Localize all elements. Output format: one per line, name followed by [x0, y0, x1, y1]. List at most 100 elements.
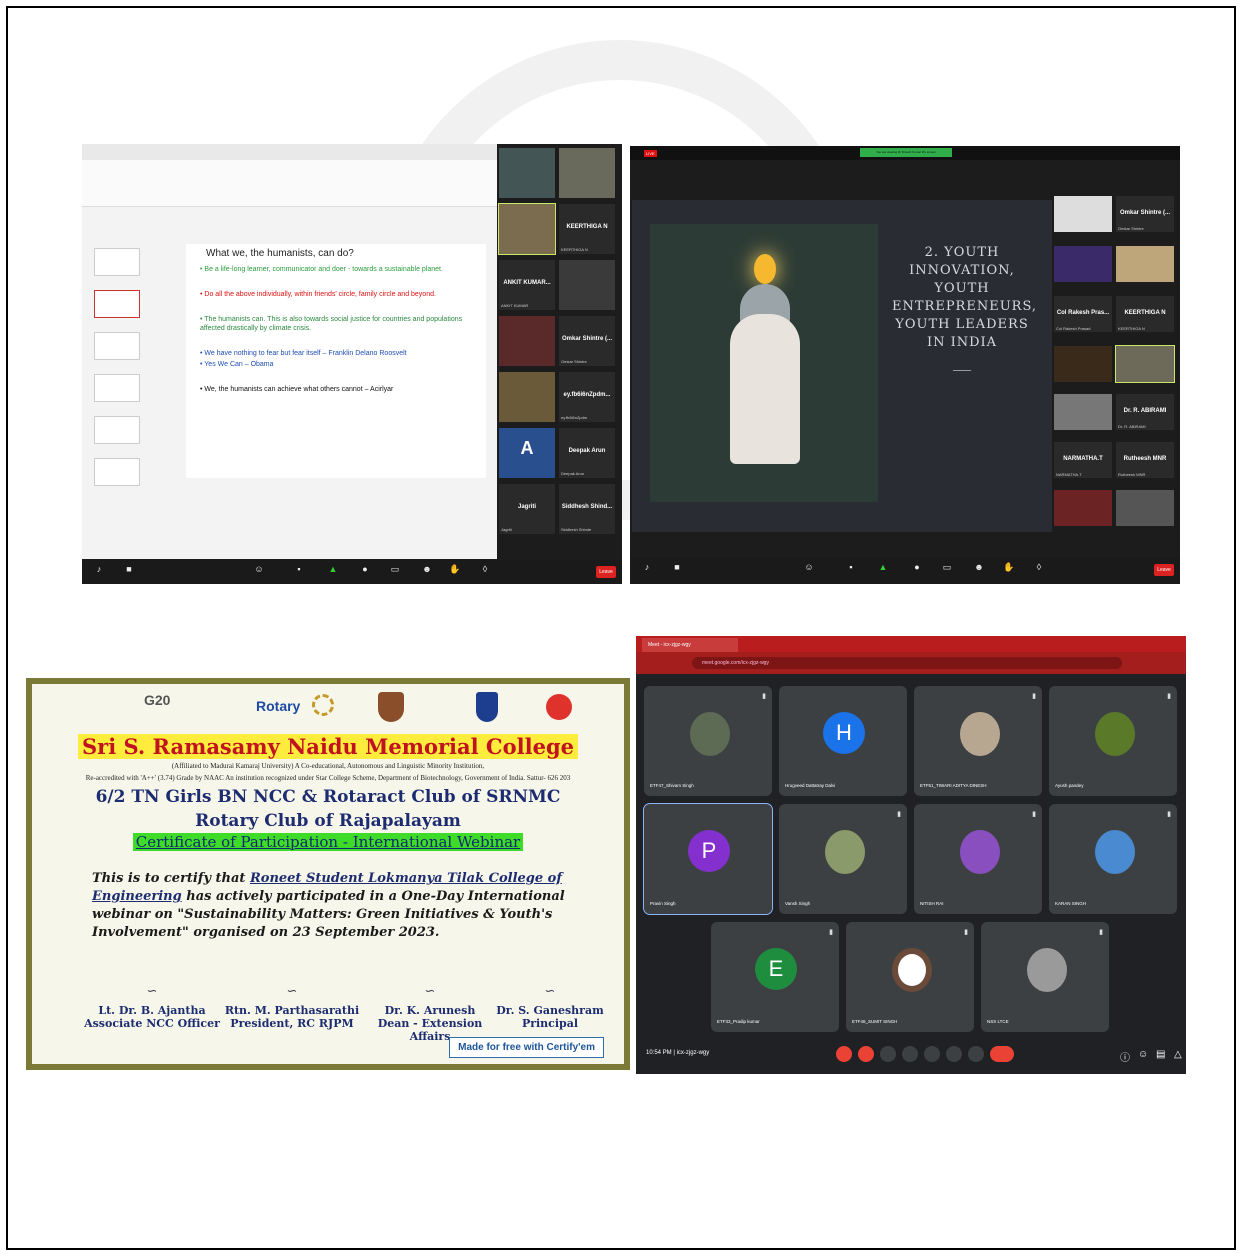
- participant-tile[interactable]: ▮ ETF51_TIWARI ADITYA DINESH: [914, 686, 1042, 796]
- reactions-icon[interactable]: ☻: [972, 562, 986, 576]
- record-icon[interactable]: ●: [358, 564, 372, 578]
- avatar: [825, 830, 865, 874]
- record-icon[interactable]: ●: [910, 562, 924, 576]
- slide-bullet: • Be a life-long learner, communicator a…: [200, 266, 443, 273]
- mic-icon[interactable]: ♪: [92, 564, 106, 578]
- raise-hand-button[interactable]: [946, 1046, 962, 1062]
- signatory-role: President, RC RJPM: [230, 1017, 354, 1030]
- captions-icon[interactable]: ▭: [388, 564, 402, 578]
- video-tile[interactable]: [1116, 246, 1174, 282]
- video-tile[interactable]: [1054, 246, 1112, 282]
- participant-tile[interactable]: ▮ ETF46_SUMIT SINGH: [846, 922, 974, 1032]
- captions-button[interactable]: [880, 1046, 896, 1062]
- slide-thumb-selected[interactable]: [94, 290, 140, 318]
- leave-button[interactable]: Leave: [596, 566, 616, 578]
- shared-slide: 2. YOUTH INNOVATION, YOUTH ENTREPRENEURS…: [632, 200, 1052, 532]
- participant-tile[interactable]: Siddhesh Shind... Siddhesh Shinde: [559, 484, 615, 534]
- slide-thumb[interactable]: [94, 416, 140, 444]
- video-tile[interactable]: [559, 260, 615, 310]
- participant-tile[interactable]: ANKIT KUMAR... ANKIT KUMAR: [499, 260, 555, 310]
- activities-icon[interactable]: △: [1174, 1049, 1182, 1060]
- participant-name: ey.fb6i6nZpdm...: [563, 392, 611, 398]
- participant-tile[interactable]: KEERTHIGA N KEERTHIGA N: [1116, 296, 1174, 332]
- video-tile[interactable]: [559, 148, 615, 198]
- mic-icon[interactable]: ♪: [640, 562, 654, 576]
- present-button[interactable]: [924, 1046, 940, 1062]
- slide-thumb[interactable]: [94, 248, 140, 276]
- video-tile[interactable]: [1054, 196, 1112, 232]
- participants-icon[interactable]: ☺: [802, 562, 816, 576]
- leave-button[interactable]: Leave: [1154, 564, 1174, 576]
- chat-icon[interactable]: ▪: [844, 562, 858, 576]
- video-tile[interactable]: [1054, 394, 1112, 430]
- slide-thumb[interactable]: [94, 458, 140, 486]
- participant-tile[interactable]: ▮ Ayush pandey: [1049, 686, 1177, 796]
- participant-tile[interactable]: ▮ NITISH RAI: [914, 804, 1042, 914]
- participants-icon[interactable]: ☺: [252, 564, 266, 578]
- slide-thumb[interactable]: [94, 332, 140, 360]
- end-call-button[interactable]: [990, 1046, 1014, 1062]
- participant-label: Dr. R. ABIRAMI: [1118, 424, 1146, 429]
- people-icon[interactable]: ☺: [1138, 1049, 1148, 1060]
- browser-tab[interactable]: Meet - icx-zjgz-wgy: [642, 638, 738, 652]
- participant-tile[interactable]: Col Rakesh Pras... Col Rakesh Prasad: [1054, 296, 1112, 332]
- participant-tile[interactable]: NARMATHA.T NARMATHA.T: [1054, 442, 1112, 478]
- participant-tile[interactable]: ey.fb6i6nZpdm... ey.fb6i6nZpdm: [559, 372, 615, 422]
- chat-icon[interactable]: ▪: [292, 564, 306, 578]
- video-icon[interactable]: ■: [670, 562, 684, 576]
- participant-tile[interactable]: Omkar Shintre (... Omkar Shintre: [1116, 196, 1174, 232]
- participant-tile[interactable]: Deepak Arun Deepak Arun: [559, 428, 615, 478]
- participant-tile[interactable]: ▮ Vansh Singh: [779, 804, 907, 914]
- video-icon[interactable]: ■: [122, 564, 136, 578]
- participant-tile[interactable]: E ▮ ETF33_Pradip kumar: [711, 922, 839, 1032]
- raise-hand-icon[interactable]: ✋: [448, 564, 462, 578]
- video-tile[interactable]: [498, 203, 556, 255]
- participant-tile[interactable]: ▮ NSS LTCE: [981, 922, 1109, 1032]
- share-screen-icon[interactable]: ▲: [876, 562, 890, 576]
- url-field[interactable]: meet.google.com/icx-zjgz-wgy: [692, 657, 1122, 669]
- apps-icon[interactable]: ◊: [1032, 562, 1046, 576]
- emoji-button[interactable]: [902, 1046, 918, 1062]
- college-name: Sri S. Ramasamy Naidu Memorial College: [78, 734, 578, 759]
- participant-name: ETF51_TIWARI ADITYA DINESH: [920, 783, 987, 788]
- captions-icon[interactable]: ▭: [940, 562, 954, 576]
- reactions-icon[interactable]: ☻: [420, 564, 434, 578]
- slide-title-line: YOUTH LEADERS: [895, 317, 1029, 332]
- accreditation-line: Re-accredited with 'A++' (3.74) Grade by…: [85, 774, 571, 782]
- video-tile[interactable]: [1054, 346, 1112, 382]
- participant-tile[interactable]: H Hrugveed Dattatray Dalvi: [779, 686, 907, 796]
- raise-hand-icon[interactable]: ✋: [1002, 562, 1016, 576]
- rotary-wheel-icon: [312, 694, 334, 716]
- participant-label: KEERTHIGA N: [561, 247, 588, 252]
- slide-bullet: • We, the humanists can achieve what oth…: [200, 386, 394, 393]
- apps-icon[interactable]: ◊: [478, 564, 492, 578]
- slide-thumbnails: [86, 242, 140, 552]
- participant-tile[interactable]: Omkar Shintre (... Omkar Shintre: [559, 316, 615, 366]
- participant-tile[interactable]: Dr. R. ABIRAMI Dr. R. ABIRAMI: [1116, 394, 1174, 430]
- slide-thumb[interactable]: [94, 374, 140, 402]
- avatar: [690, 712, 730, 756]
- more-options-button[interactable]: [968, 1046, 984, 1062]
- participant-tile[interactable]: ▮ KARAN SINGH: [1049, 804, 1177, 914]
- certify-text: This is to certify that: [92, 871, 246, 886]
- participant-tile[interactable]: Rutheesh MNR Rutheesh MNR: [1116, 442, 1174, 478]
- signatory: ∽ Lt. Dr. B. Ajantha Associate NCC Officer: [82, 984, 222, 1030]
- share-screen-icon[interactable]: ▲: [326, 564, 340, 578]
- chat-icon[interactable]: ▤: [1156, 1049, 1165, 1060]
- participant-tile[interactable]: P Pravin Singh: [643, 803, 773, 915]
- video-tile[interactable]: [1115, 345, 1175, 383]
- participant-tile[interactable]: ▮ ETF47_Shivam Singh: [644, 686, 772, 796]
- video-tile[interactable]: [1116, 490, 1174, 526]
- mic-button[interactable]: [836, 1046, 852, 1062]
- participant-tile[interactable]: KEERTHIGA N KEERTHIGA N: [559, 204, 615, 254]
- browser-tab-bar: Meet - icx-zjgz-wgy: [636, 636, 1186, 652]
- camera-button[interactable]: [858, 1046, 874, 1062]
- meeting-time: 10:54 PM | icx-zjgz-wgy: [646, 1050, 710, 1056]
- participant-tile[interactable]: Jagriti Jagriti: [499, 484, 555, 534]
- video-tile[interactable]: [499, 316, 555, 366]
- video-tile[interactable]: [499, 148, 555, 198]
- video-tile[interactable]: A: [499, 428, 555, 478]
- video-tile[interactable]: [1054, 490, 1112, 526]
- info-icon[interactable]: ⓘ: [1120, 1049, 1130, 1064]
- video-tile[interactable]: [499, 372, 555, 422]
